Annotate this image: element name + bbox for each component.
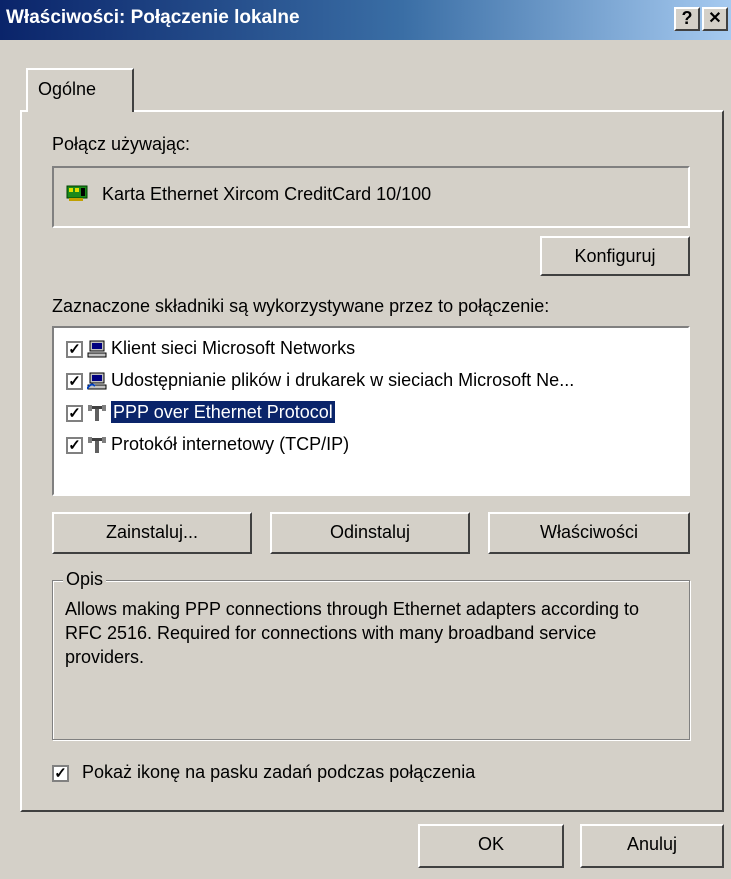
configure-button[interactable]: Konfiguruj [540, 236, 690, 276]
ok-button-label: OK [477, 834, 504, 854]
protocol-icon [88, 405, 106, 422]
protocol-icon [88, 437, 106, 454]
component-label: PPP over Ethernet Protocol [110, 400, 336, 424]
cancel-button[interactable]: Anuluj [580, 824, 724, 868]
show-icon-label: Pokaż ikonę na pasku zadań podczas połąc… [82, 762, 476, 782]
show-icon-option[interactable]: ✓ Pokaż ikonę na pasku zadań podczas poł… [52, 762, 475, 783]
tab-general-label: Ogólne [38, 79, 97, 99]
description-group: Opis Allows making PPP connections throu… [52, 569, 690, 740]
component-checkbox[interactable]: ✓ [66, 340, 83, 358]
components-label: Zaznaczone składniki są wykorzystywane p… [52, 296, 550, 316]
components-list[interactable]: ✓ Klient sieci Microsoft Networks ✓ Udostę… [52, 326, 690, 496]
description-legend: Opis [63, 569, 107, 590]
uninstall-button[interactable]: Odinstaluj [270, 512, 470, 554]
properties-dialog: Właściwości: Połączenie lokalne ? ✕ Ogól… [0, 0, 731, 879]
install-button-label: Zainstaluj... [105, 522, 199, 542]
component-label: Udostępnianie plików i drukarek w siecia… [111, 370, 575, 390]
window-title: Właściwości: Połączenie lokalne [6, 7, 300, 28]
component-checkbox[interactable]: ✓ [66, 372, 83, 390]
computer-share-icon [87, 372, 107, 390]
component-checkbox[interactable]: ✓ [66, 436, 83, 454]
description-text: Allows making PPP connections through Et… [65, 599, 640, 667]
help-button[interactable]: ? [674, 7, 700, 31]
list-item[interactable]: ✓ Klient sieci Microsoft Networks [66, 338, 355, 368]
uninstall-button-label: Odinstaluj [329, 522, 411, 542]
properties-button[interactable]: Właściwości [488, 512, 690, 554]
adapter-box: Karta Ethernet Xircom CreditCard 10/100 [52, 166, 690, 228]
tab-general[interactable]: Ogólne [26, 68, 134, 112]
computer-icon [87, 340, 107, 358]
title-bar[interactable]: Właściwości: Połączenie lokalne ? ✕ [0, 0, 731, 40]
component-checkbox[interactable]: ✓ [66, 404, 83, 422]
install-button[interactable]: Zainstaluj... [52, 512, 252, 554]
adapter-name: Karta Ethernet Xircom CreditCard 10/100 [102, 184, 432, 204]
network-card-icon [66, 185, 88, 201]
cancel-button-label: Anuluj [626, 834, 678, 854]
ok-button[interactable]: OK [418, 824, 564, 868]
list-item[interactable]: ✓ PPP over Ethernet Protocol [66, 400, 336, 432]
close-button[interactable]: ✕ [702, 7, 728, 31]
show-icon-checkbox[interactable]: ✓ [52, 764, 69, 782]
component-label: Klient sieci Microsoft Networks [111, 338, 356, 358]
properties-button-label: Właściwości [539, 522, 638, 542]
connect-using-label: Połącz używając: [52, 134, 191, 154]
component-label: Protokół internetowy (TCP/IP) [111, 434, 350, 454]
list-item[interactable]: ✓ Protokół internetowy (TCP/IP) [66, 434, 349, 464]
list-item[interactable]: ✓ Udostępnianie plików i drukarek w sieci… [66, 370, 574, 400]
configure-button-label: Konfiguruj [574, 246, 656, 266]
